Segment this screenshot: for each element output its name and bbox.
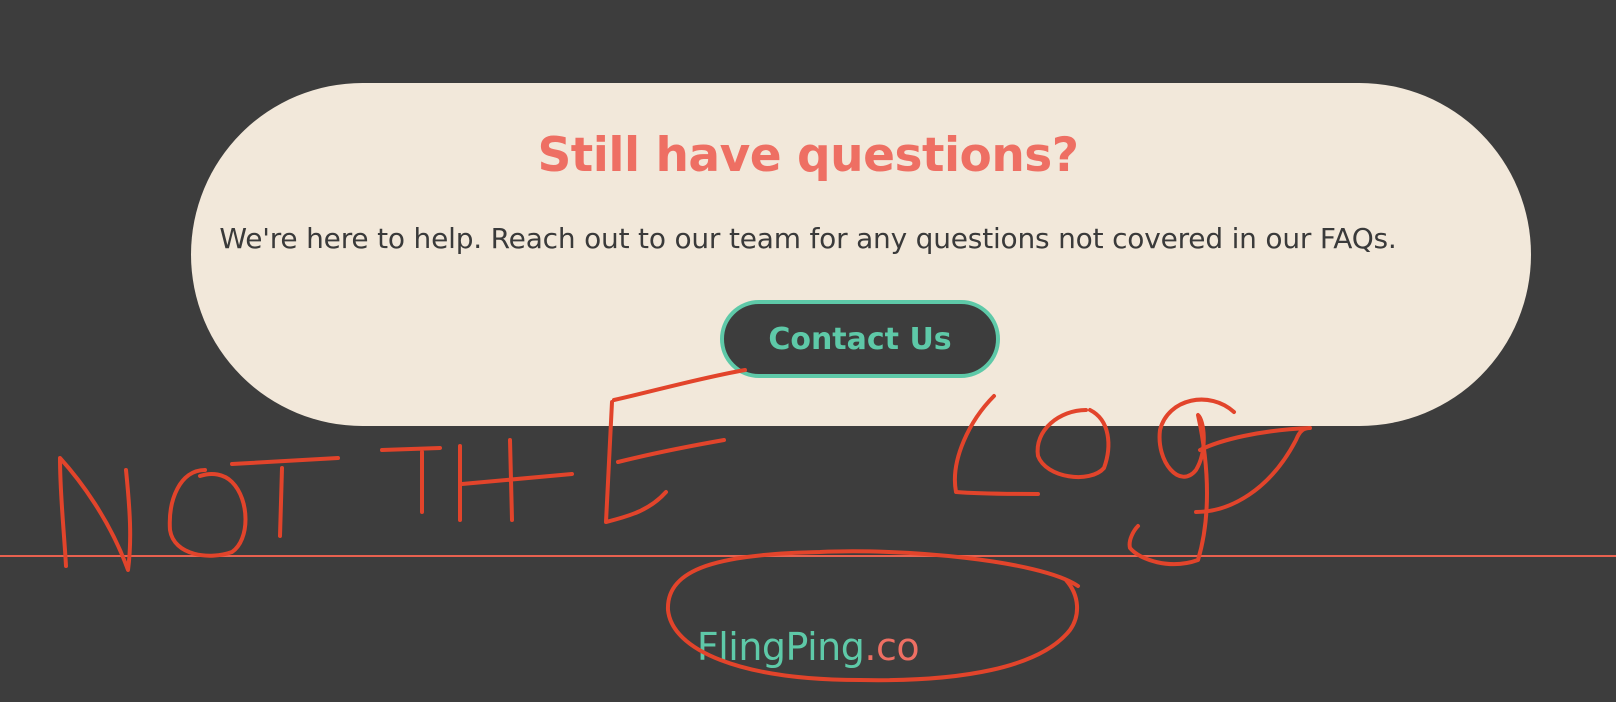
annotation-letter-o-3 xyxy=(1194,426,1312,514)
contact-us-button[interactable]: Contact Us xyxy=(720,300,1000,378)
page: Still have questions? We're here to help… xyxy=(0,0,1616,702)
divider-line xyxy=(0,555,1616,557)
logo-domain-suffix: .co xyxy=(864,625,920,669)
annotation-letter-n xyxy=(58,456,133,572)
annotation-letter-t xyxy=(230,456,340,538)
footer-logo[interactable]: FlingPing.co xyxy=(0,625,1616,669)
annotation-letter-h xyxy=(458,438,574,522)
annotation-letter-t-2 xyxy=(380,446,442,514)
cta-description: We're here to help. Reach out to our tea… xyxy=(219,222,1397,255)
annotation-letter-o xyxy=(167,468,248,558)
logo-wordmark: FlingPing xyxy=(696,625,865,669)
cta-heading: Still have questions? xyxy=(537,128,1079,183)
